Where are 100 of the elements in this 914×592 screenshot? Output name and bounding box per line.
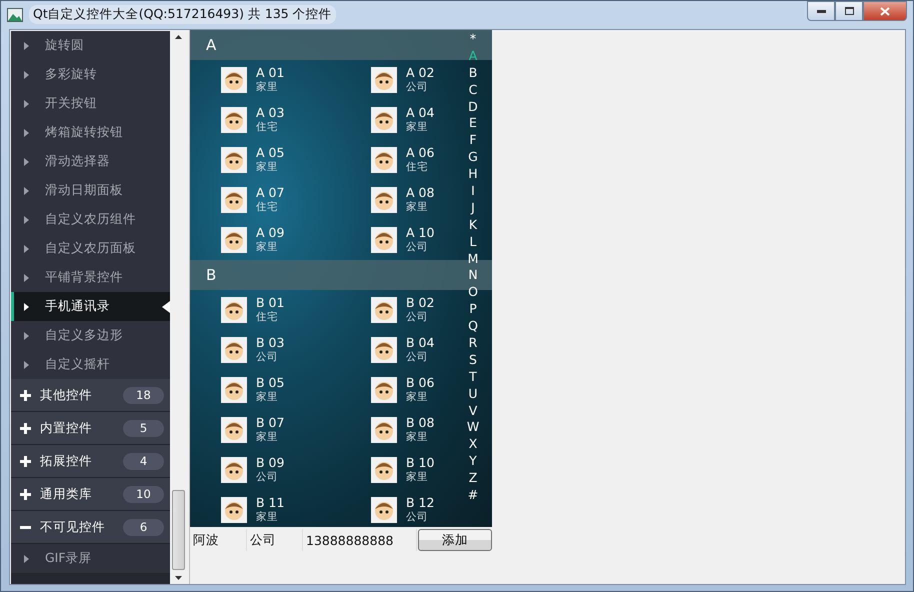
index-letter[interactable]: Y — [469, 453, 477, 470]
tree-item[interactable]: 多彩旋转 — [11, 60, 170, 89]
avatar-icon[interactable] — [371, 147, 397, 173]
index-letter[interactable]: M — [468, 250, 478, 268]
index-letter[interactable]: L — [470, 234, 476, 251]
contact-name: B 01 — [256, 295, 284, 310]
avatar-icon[interactable] — [221, 297, 247, 323]
tree-item[interactable]: 自定义多边形 — [11, 321, 170, 350]
index-letter[interactable]: S — [469, 352, 477, 369]
triangle-icon — [24, 100, 29, 108]
section-letter: A — [206, 36, 216, 54]
index-letter[interactable]: K — [468, 216, 478, 234]
index-letter[interactable]: I — [471, 183, 475, 200]
down-arrow-icon — [175, 576, 182, 580]
tree-group[interactable]: 通用类库 10 — [11, 478, 170, 511]
index-letter[interactable]: E — [469, 115, 477, 132]
tree-item-label: GIF录屏 — [45, 550, 92, 567]
index-letter[interactable]: D — [468, 98, 478, 116]
contact-type: 家里 — [406, 470, 429, 485]
scrollbar-thumb[interactable] — [172, 490, 185, 570]
contact-type: 家里 — [406, 430, 429, 445]
tree-item-label: 自定义农历组件 — [45, 211, 136, 228]
minimize-button[interactable] — [807, 1, 835, 21]
contact-name: B 04 — [406, 335, 434, 350]
index-letter[interactable]: R — [468, 335, 478, 352]
plus-icon — [20, 390, 31, 400]
tree-group-label: 内置控件 — [40, 420, 92, 436]
avatar-icon[interactable] — [221, 497, 247, 523]
tree-item[interactable]: 手机通讯录 — [11, 292, 170, 321]
index-letter[interactable]: # — [468, 487, 478, 504]
index-letter[interactable]: U — [468, 386, 478, 403]
avatar-icon[interactable] — [221, 107, 247, 133]
avatar-icon[interactable] — [221, 337, 247, 363]
avatar-icon[interactable] — [221, 147, 247, 173]
tree-group-label: 不可见控件 — [40, 518, 105, 536]
triangle-icon — [24, 554, 29, 562]
tree-item[interactable]: 滑动日期面板 — [11, 176, 170, 205]
avatar-icon[interactable] — [371, 67, 397, 93]
avatar-icon[interactable] — [221, 417, 247, 443]
contact-name: B 07 — [256, 415, 284, 430]
index-letter[interactable]: C — [468, 82, 478, 99]
index-letter[interactable]: N — [468, 267, 478, 284]
index-letter[interactable]: W — [466, 419, 480, 436]
index-letter[interactable]: * — [470, 31, 476, 48]
type-field[interactable]: 公司 — [247, 529, 303, 551]
avatar-icon[interactable] — [221, 187, 247, 213]
tree-group[interactable]: 内置控件 5 — [11, 412, 170, 445]
index-letter[interactable]: O — [468, 284, 478, 302]
tree-group[interactable]: 其他控件 18 — [11, 379, 170, 412]
index-letter[interactable]: T — [469, 368, 477, 386]
avatar-icon[interactable] — [221, 377, 247, 403]
tree-item[interactable]: 烤箱旋转按钮 — [11, 118, 170, 147]
contact-name: B 06 — [406, 375, 434, 390]
contact-name: A 04 — [406, 105, 434, 120]
index-letter[interactable]: H — [468, 166, 478, 184]
triangle-icon — [24, 332, 29, 340]
close-button[interactable] — [863, 1, 907, 21]
tree-item[interactable]: 平铺背景控件 — [11, 263, 170, 292]
tree-item[interactable]: 自定义农历组件 — [11, 205, 170, 234]
tree-item[interactable]: 旋转圆 — [11, 31, 170, 60]
count-badge: 10 — [123, 486, 164, 502]
contact-type: 公司 — [406, 310, 429, 325]
contact-name: B 05 — [256, 375, 284, 390]
contact-type: 家里 — [256, 390, 279, 405]
tree-item[interactable]: GIF录屏 — [11, 544, 170, 573]
section-letter: B — [206, 266, 216, 284]
tree-group-label: 拓展控件 — [40, 452, 92, 470]
triangle-icon — [24, 274, 29, 282]
avatar-icon[interactable] — [221, 227, 247, 253]
tree-item[interactable]: 开关按钮 — [11, 89, 170, 118]
maximize-button[interactable] — [835, 1, 863, 21]
tree-group[interactable]: 拓展控件 4 — [11, 445, 170, 478]
avatar-icon[interactable] — [371, 297, 397, 323]
avatar-icon[interactable] — [371, 227, 397, 253]
index-letter[interactable]: J — [471, 200, 475, 217]
tree-item[interactable]: 自定义摇杆 — [11, 350, 170, 379]
index-letter[interactable]: G — [468, 149, 478, 166]
avatar-icon[interactable] — [371, 417, 397, 443]
index-letter[interactable]: Z — [468, 470, 478, 488]
avatar-icon[interactable] — [221, 67, 247, 93]
avatar-icon[interactable] — [371, 107, 397, 133]
index-letter[interactable]: Q — [468, 318, 478, 336]
avatar-icon[interactable] — [371, 377, 397, 403]
avatar-icon[interactable] — [371, 497, 397, 523]
index-letter[interactable]: X — [468, 436, 478, 454]
index-letter[interactable]: F — [469, 132, 477, 150]
index-letter[interactable]: P — [469, 301, 477, 318]
avatar-icon[interactable] — [371, 337, 397, 363]
tree-item-label: 手机通讯录 — [45, 298, 110, 315]
tree-item[interactable]: 滑动选择器 — [11, 147, 170, 176]
index-letter[interactable]: V — [468, 402, 478, 420]
tree-item[interactable]: 自定义农历面板 — [11, 234, 170, 263]
index-letter[interactable]: B — [468, 64, 478, 82]
contact-name: B 02 — [406, 295, 434, 310]
avatar-icon[interactable] — [371, 187, 397, 213]
triangle-icon — [24, 302, 29, 310]
avatar-icon[interactable] — [221, 457, 247, 483]
tree-group[interactable]: 不可见控件 6 — [11, 511, 170, 544]
avatar-icon[interactable] — [371, 457, 397, 483]
add-button[interactable]: 添加 — [418, 529, 492, 551]
